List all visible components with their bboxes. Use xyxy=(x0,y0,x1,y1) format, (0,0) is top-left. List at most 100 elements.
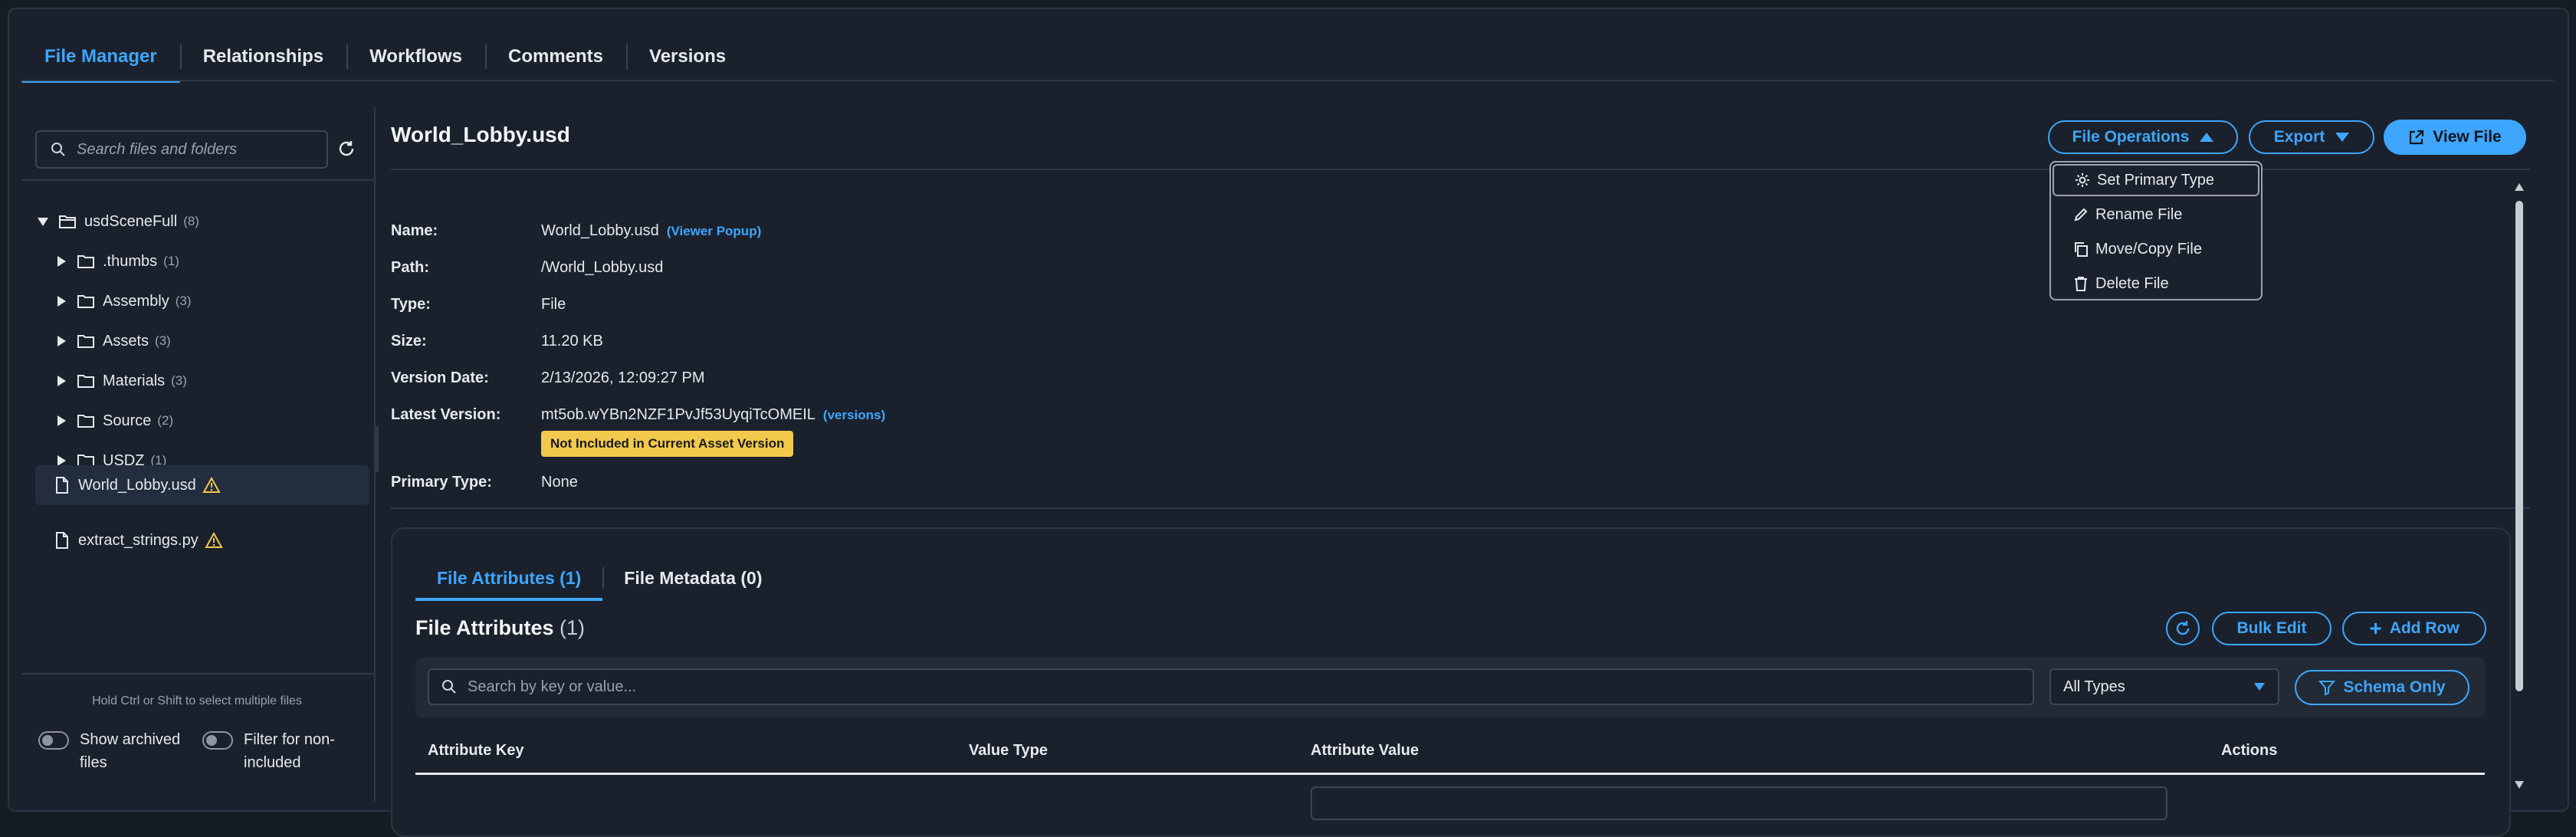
attributes-count: (1) xyxy=(560,616,586,639)
tab-workflows[interactable]: Workflows xyxy=(346,34,485,80)
menu-item-label: Set Primary Type xyxy=(2097,171,2215,189)
refresh-icon[interactable] xyxy=(334,136,359,161)
column-attribute-key[interactable]: Attribute Key xyxy=(428,742,524,760)
menu-delete-file[interactable]: Delete File xyxy=(2054,268,2258,299)
latest-version-id: mt5ob.wYBn2NZF1PvJf53UyqiTcOMEIL xyxy=(541,406,815,423)
toggle-switch[interactable] xyxy=(38,731,69,750)
size-value: 11.20 KB xyxy=(541,333,603,350)
size-label: Size: xyxy=(391,333,427,350)
sidebar-footer-divider xyxy=(21,673,374,675)
path-value: /World_Lobby.usd xyxy=(541,259,664,276)
menu-item-label: Move/Copy File xyxy=(2095,240,2202,258)
column-attribute-value[interactable]: Attribute Value xyxy=(1311,742,1419,760)
versions-link[interactable]: (versions) xyxy=(823,408,885,422)
toggle-label-line1: Show archived xyxy=(80,731,181,748)
caret-right-icon[interactable] xyxy=(55,375,67,387)
tree-folder[interactable]: Assets (3) xyxy=(55,323,171,359)
search-icon xyxy=(442,680,456,694)
search-icon xyxy=(51,143,65,156)
bulk-edit-button[interactable]: Bulk Edit xyxy=(2212,612,2332,645)
add-row-button[interactable]: + Add Row xyxy=(2342,612,2486,645)
file-operations-button[interactable]: File Operations xyxy=(2048,120,2238,154)
file-search-box xyxy=(35,130,328,169)
tab-file-manager[interactable]: File Manager xyxy=(21,34,180,83)
folder-icon xyxy=(77,335,94,348)
caret-right-icon[interactable] xyxy=(55,415,67,427)
pencil-icon xyxy=(2074,208,2088,222)
file-icon xyxy=(56,532,68,549)
tree-item-label: .thumbs xyxy=(103,252,158,270)
folder-open-icon xyxy=(59,215,76,228)
tab-relationships[interactable]: Relationships xyxy=(179,34,346,80)
tree-folder[interactable]: .thumbs (1) xyxy=(55,244,179,279)
show-archived-toggle[interactable]: Show archived files xyxy=(38,728,180,774)
tree-item-label: extract_strings.py xyxy=(78,531,199,549)
export-button[interactable]: Export xyxy=(2249,120,2374,154)
toggle-switch[interactable] xyxy=(202,731,233,750)
menu-set-primary-type[interactable]: Set Primary Type xyxy=(2053,164,2259,196)
attribute-tabs: File Attributes (1) File Metadata (0) xyxy=(415,556,784,601)
plus-icon: + xyxy=(2369,616,2382,640)
attributes-title: File Attributes (1) xyxy=(415,616,585,640)
tab-file-attributes[interactable]: File Attributes (1) xyxy=(415,556,603,601)
name-value: World_Lobby.usd (Viewer Popup) xyxy=(541,222,761,240)
tree-root-folder[interactable]: usdSceneFull (8) xyxy=(37,204,199,239)
tree-item-count: (1) xyxy=(163,254,179,268)
refresh-attributes-button[interactable] xyxy=(2166,612,2200,645)
type-value: File xyxy=(541,296,566,313)
filter-non-included-toggle[interactable]: Filter for non- included xyxy=(202,728,335,774)
tree-folder[interactable]: Source (2) xyxy=(55,403,173,438)
tree-item-label: Assembly xyxy=(103,292,169,310)
tab-comments[interactable]: Comments xyxy=(484,34,626,80)
scrollbar-thumb[interactable] xyxy=(2515,201,2523,691)
column-value-type[interactable]: Value Type xyxy=(969,742,1048,760)
type-filter-select[interactable]: All Types xyxy=(2049,668,2279,705)
attribute-value-input[interactable] xyxy=(1311,786,2167,820)
attribute-table-header: Attribute Key Value Type Attribute Value… xyxy=(415,730,2485,775)
warning-icon xyxy=(202,477,221,493)
file-title: World_Lobby.usd xyxy=(391,123,570,146)
caret-right-icon[interactable] xyxy=(55,335,67,347)
chevron-down-icon xyxy=(2254,683,2265,691)
file-tree-sidebar: usdSceneFull (8) .thumbs (1) Assembly (3… xyxy=(21,107,376,801)
attribute-search-input[interactable] xyxy=(466,677,1925,697)
tab-file-metadata[interactable]: File Metadata (0) xyxy=(602,556,783,599)
view-file-button[interactable]: View File xyxy=(2384,120,2526,155)
tab-versions[interactable]: Versions xyxy=(626,34,749,80)
toggle-label-line2: files xyxy=(80,754,107,771)
attributes-card: File Attributes (1) File Metadata (0) Fi… xyxy=(391,527,2511,837)
menu-rename-file[interactable]: Rename File xyxy=(2054,199,2258,230)
tree-folder[interactable]: Materials (3) xyxy=(55,363,187,399)
primary-type-label: Primary Type: xyxy=(391,474,492,491)
folder-icon xyxy=(77,295,94,308)
viewer-popup-link[interactable]: (Viewer Popup) xyxy=(667,224,761,238)
caret-right-icon[interactable] xyxy=(55,295,67,307)
menu-item-label: Rename File xyxy=(2095,205,2183,223)
folder-icon xyxy=(77,375,94,388)
tree-file[interactable]: extract_strings.py xyxy=(55,523,223,558)
scroll-up-icon[interactable] xyxy=(2514,182,2525,192)
tree-item-count: (3) xyxy=(171,373,187,388)
file-search-input[interactable] xyxy=(75,140,323,159)
tree-file-selected[interactable]: World_Lobby.usd xyxy=(35,465,369,505)
menu-move-copy-file[interactable]: Move/Copy File xyxy=(2054,234,2258,264)
tree-item-count: (3) xyxy=(175,294,192,308)
export-label: Export xyxy=(2273,128,2325,146)
caret-right-icon[interactable] xyxy=(55,255,67,268)
refresh-icon xyxy=(2176,621,2190,635)
caret-up-icon xyxy=(2200,133,2214,142)
sidebar-divider xyxy=(21,179,374,181)
warning-icon xyxy=(205,532,223,548)
latest-version-label: Latest Version: xyxy=(391,406,501,423)
tree-item-count: (2) xyxy=(157,413,174,428)
type-label: Type: xyxy=(391,296,431,313)
tree-folder[interactable]: Assembly (3) xyxy=(55,284,191,319)
tree-item-count: (3) xyxy=(155,333,171,348)
gear-icon xyxy=(2076,173,2089,187)
caret-down-icon[interactable] xyxy=(37,215,49,228)
schema-only-button[interactable]: Schema Only xyxy=(2295,670,2469,705)
folder-icon xyxy=(77,255,94,268)
scroll-down-icon[interactable] xyxy=(2514,780,2525,789)
tree-item-count: (8) xyxy=(183,214,199,228)
tree-item-label: Assets xyxy=(103,332,149,350)
